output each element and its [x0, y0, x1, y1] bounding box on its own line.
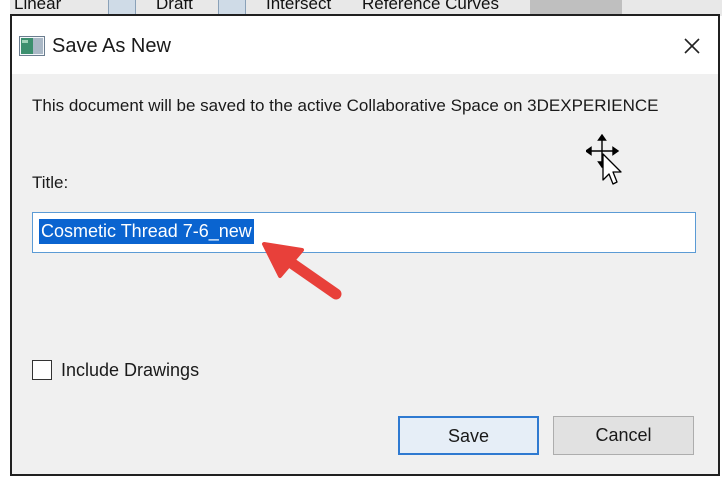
- cancel-button[interactable]: Cancel: [553, 416, 694, 455]
- save-button[interactable]: Save: [398, 416, 539, 455]
- include-drawings-row[interactable]: Include Drawings: [32, 358, 199, 382]
- title-field-label: Title:: [32, 173, 69, 192]
- include-drawings-checkbox[interactable]: [32, 360, 52, 380]
- bg-toolbar-item-instant3d: [530, 0, 622, 14]
- dialog-title: Save As New: [52, 35, 171, 57]
- include-drawings-label[interactable]: Include Drawings: [61, 360, 199, 381]
- screen: Linear Draft Intersect Reference Curves …: [0, 0, 728, 482]
- close-icon[interactable]: [680, 34, 704, 58]
- title-input-selected-text[interactable]: Cosmetic Thread 7-6_new: [39, 219, 254, 244]
- dialog-titlebar: Save As New: [12, 16, 718, 74]
- title-input[interactable]: Cosmetic Thread 7-6_new: [32, 212, 696, 253]
- save-as-new-dialog: Save As New This document will be saved …: [10, 14, 720, 476]
- dialog-message: This document will be saved to the activ…: [32, 96, 659, 115]
- app-window-icon: [19, 36, 45, 56]
